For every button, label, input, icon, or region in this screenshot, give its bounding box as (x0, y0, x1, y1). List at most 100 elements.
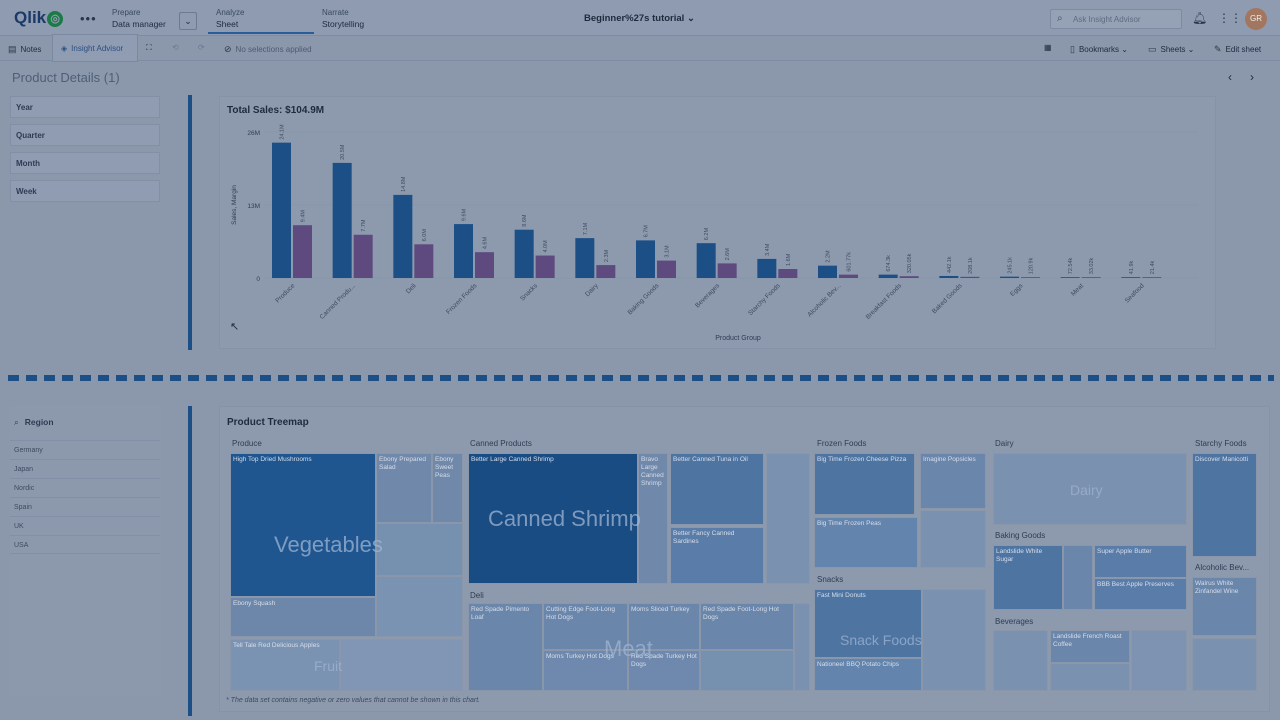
region-item-uk[interactable]: UK (10, 516, 160, 535)
insight-advisor-button[interactable]: ◈ Insight Advisor (52, 34, 138, 62)
bar-margin (1142, 277, 1162, 278)
x-tick-label: Alcoholic Bev... (806, 282, 842, 318)
filter-week[interactable]: Week (10, 180, 160, 202)
bar-margin (657, 260, 676, 278)
label-dairy: Dairy (1070, 482, 1103, 498)
data-label: 14.8M (401, 176, 407, 192)
x-tick-label: Beverages (694, 282, 721, 309)
tile-sweet-peas[interactable]: Ebony Sweet Peas (432, 453, 463, 523)
tile-beverages-misc-3[interactable] (1131, 630, 1187, 691)
tile-frozen-pizza[interactable]: Big Time Frozen Cheese Pizza (814, 453, 915, 515)
grid-view-icon[interactable]: ▦ (1044, 43, 1052, 52)
tile-popsicles[interactable]: Imagine Popsicles (920, 453, 986, 509)
tile-french-roast-coffee[interactable]: Landslide French Roast Coffee (1050, 630, 1130, 663)
previous-sheet-icon[interactable]: ‹ (1228, 70, 1232, 84)
sales-bar-chart[interactable]: Total Sales: $104.9M 0 13M 26M Sales, Margi… (219, 96, 1216, 349)
data-label: 245.1k (1008, 257, 1014, 274)
tile-bravo-shrimp[interactable]: Bravo Large Canned Shrimp (638, 453, 668, 584)
tile-baking-misc[interactable] (1063, 545, 1093, 610)
x-tick-label: Snacks (519, 282, 540, 303)
tile-apple-preserves[interactable]: BBB Best Apple Preserves (1094, 578, 1187, 610)
tile-prepared-salad[interactable]: Ebony Prepared Salad (376, 453, 432, 523)
tile-bbq-chips[interactable]: Nationeel BBQ Potato Chips (814, 658, 922, 691)
tile-fruit-misc[interactable] (340, 639, 463, 691)
filter-year[interactable]: Year (10, 96, 160, 118)
tile-pimento-loaf[interactable]: Red Spade Pimento Loaf (468, 603, 543, 691)
tile-squash[interactable]: Ebony Squash (230, 597, 376, 637)
region-item-japan[interactable]: Japan (10, 459, 160, 478)
mouse-cursor-icon: ↖ (230, 321, 240, 333)
filter-month[interactable]: Month (10, 152, 160, 174)
region-item-nordic[interactable]: Nordic (10, 478, 160, 497)
tab-prepare-label: Prepare (112, 8, 141, 17)
bar-sales (878, 274, 898, 278)
pencil-icon: ✎ (1214, 44, 1222, 54)
bar-sales (393, 194, 413, 278)
tab-analyze[interactable]: Analyze Sheet (208, 4, 314, 34)
prepare-dropdown-button[interactable]: ⌄ (179, 12, 197, 30)
tile-produce-misc-2[interactable] (376, 576, 463, 637)
tile-deli-misc-2[interactable] (794, 603, 810, 691)
tile-manicotti[interactable]: Discover Manicotti (1192, 453, 1257, 557)
step-forward-icon[interactable]: ⟳ (198, 43, 205, 52)
y-tick-label: 0 (256, 276, 260, 283)
tile-deli-misc[interactable] (700, 650, 794, 691)
data-label: 9.4M (301, 210, 307, 223)
bar-margin (475, 252, 494, 278)
data-label: 1.6M (786, 253, 792, 266)
smart-search-icon[interactable]: ⛶ (146, 43, 152, 53)
treemap-footnote: * The data set contains negative or zero… (226, 697, 481, 704)
tile-canned-misc[interactable] (766, 453, 810, 584)
bar-sales (1121, 277, 1141, 278)
app-title[interactable]: Beginner%27s tutorial ⌄ (584, 13, 695, 24)
bar-sales (818, 265, 837, 278)
tile-snacks-misc[interactable] (922, 589, 986, 691)
tile-white-zinfandel[interactable]: Walrus White Zinfandel Wine (1192, 577, 1257, 636)
step-back-icon[interactable]: ⟲ (172, 43, 179, 52)
tab-prepare[interactable]: Prepare Data manager (108, 4, 180, 34)
bar-margin (535, 255, 555, 278)
bookmarks-button[interactable]: ▯ Bookmarks ⌄ (1070, 44, 1128, 55)
selections-bar[interactable]: ⊘ No selections applied (224, 44, 312, 55)
qlik-logo[interactable]: Qlik ◎ (14, 8, 64, 28)
notification-bell-icon[interactable]: 🔔︎ (1192, 11, 1207, 25)
treemap-section-deli: Deli (470, 591, 484, 600)
tile-apple-butter[interactable]: Super Apple Butter (1094, 545, 1187, 578)
notes-button[interactable]: ▤ Notes (8, 44, 41, 55)
tile-frozen-peas[interactable]: Big Time Frozen Peas (814, 517, 918, 568)
search-icon: ⌕ (1057, 13, 1063, 24)
tile-produce-misc[interactable] (376, 523, 463, 576)
bar-margin (1081, 277, 1101, 278)
tile-beverages-misc[interactable] (993, 630, 1048, 691)
tab-narrate[interactable]: Narrate Storytelling (318, 4, 418, 34)
search-placeholder: Ask Insight Advisor (1073, 15, 1141, 24)
region-filter-title[interactable]: ⌕ Region (10, 414, 160, 432)
avatar[interactable]: GR (1245, 8, 1267, 30)
insight-search-input[interactable]: ⌕ Ask Insight Advisor (1050, 9, 1182, 29)
chevron-down-icon: ⌄ (1121, 45, 1128, 54)
qlik-logo-mark: ◎ (47, 11, 64, 27)
tile-frozen-misc[interactable] (920, 510, 986, 568)
tile-canned-tuna[interactable]: Better Canned Tuna in Oil (670, 453, 764, 525)
tile-white-sugar[interactable]: Landslide White Sugar (993, 545, 1063, 610)
data-label: 7.1M (583, 222, 589, 235)
tile-canned-sardines[interactable]: Better Fancy Canned Sardines (670, 527, 764, 584)
tile-red-spade-hot-dogs[interactable]: Red Spade Foot-Long Hot Dogs (700, 603, 794, 650)
tile-dried-mushrooms[interactable]: High Top Dried Mushrooms (230, 453, 376, 597)
more-options-icon[interactable]: ••• (80, 11, 97, 26)
filter-quarter[interactable]: Quarter (10, 124, 160, 146)
bar-margin (960, 276, 980, 278)
bar-margin (717, 263, 737, 278)
sheets-button[interactable]: ▭ Sheets ⌄ (1148, 44, 1194, 55)
region-item-usa[interactable]: USA (10, 535, 160, 554)
bar-margin (839, 274, 858, 278)
region-item-spain[interactable]: Spain (10, 497, 160, 516)
sheets-icon: ▭ (1148, 44, 1157, 54)
treemap-title: Product Treemap (227, 417, 309, 428)
region-item-germany[interactable]: Germany (10, 440, 160, 459)
y-axis-label: Sales, Margin (231, 185, 238, 225)
tile-other-misc[interactable] (1192, 638, 1257, 691)
next-sheet-icon[interactable]: › (1250, 70, 1254, 84)
tile-beverages-misc-2[interactable] (1050, 663, 1130, 691)
edit-sheet-button[interactable]: ✎ Edit sheet (1214, 44, 1261, 55)
